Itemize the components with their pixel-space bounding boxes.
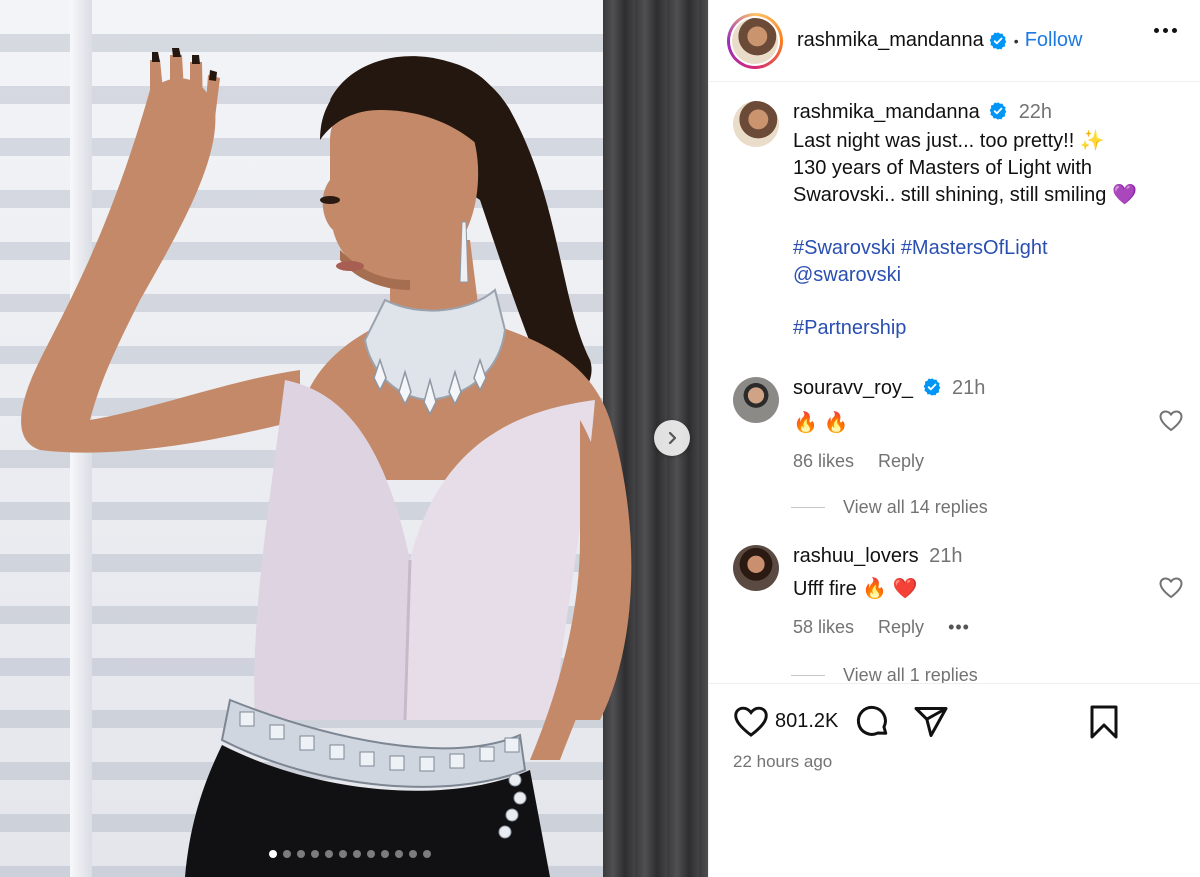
caption-hashtags[interactable]: #Swarovski #MastersOfLight [793,235,1137,262]
carousel-dot[interactable] [325,850,333,858]
comment-reply-button[interactable]: Reply [878,451,924,472]
comment-likes[interactable]: 86 likes [793,451,854,472]
author-username[interactable]: rashmika_mandanna [797,29,984,52]
verified-badge-icon [989,102,1007,120]
comment-likes[interactable]: 58 likes [793,617,854,638]
carousel-dot[interactable] [283,850,291,858]
like-heart-icon[interactable] [733,706,769,738]
commenter-avatar[interactable] [733,377,779,423]
post-header: rashmika_mandanna • Follow [709,0,1200,82]
share-icon[interactable] [913,704,949,740]
comment-time: 21h [951,377,986,399]
caption-line-3: Swarovski.. still shining, still smiling… [793,184,1137,206]
comment-item: souravv_roy_ 21h 🔥 🔥 86 likes Reply [733,377,985,472]
carousel-dot[interactable] [367,850,375,858]
comment-item: rashuu_lovers 21h Ufff fire 🔥 ❤️ 58 like… [733,545,970,638]
post-photo [21,48,632,877]
post-media[interactable] [0,0,708,877]
post-details-panel: rashmika_mandanna • Follow rashmika_mand… [708,0,1200,877]
carousel-dot[interactable] [423,850,431,858]
like-count[interactable]: 801.2K [775,710,838,733]
carousel-next-button[interactable] [654,420,690,456]
caption-mention[interactable]: @swarovski [793,262,1137,289]
more-options-icon[interactable] [1154,28,1177,33]
caption-hashtag-partnership[interactable]: #Partnership [793,315,1137,342]
carousel-dot[interactable] [297,850,305,858]
caption-username[interactable]: rashmika_mandanna [793,101,980,123]
carousel-dot[interactable] [339,850,347,858]
commenter-username[interactable]: rashuu_lovers [793,545,919,567]
comment-text: 🔥 🔥 [793,412,849,434]
caption-line-2: 130 years of Masters of Light with [793,157,1093,179]
carousel-dot[interactable] [353,850,361,858]
view-replies-button[interactable]: View all 1 replies [791,665,978,683]
comment-more-options-icon[interactable]: ••• [948,617,970,638]
carousel-dot[interactable] [381,850,389,858]
bookmark-icon[interactable] [1089,704,1119,740]
comment-reply-button[interactable]: Reply [878,617,924,638]
comment-like-heart-icon[interactable] [1159,577,1183,599]
author-avatar [732,17,778,64]
carousel-dot[interactable] [269,850,277,858]
comment-text: Ufff fire 🔥 ❤️ [793,578,918,600]
carousel-indicator [0,850,708,858]
caption: rashmika_mandanna 22h Last night was jus… [733,101,1137,342]
view-replies-button[interactable]: View all 14 replies [791,497,988,518]
verified-badge-icon [923,378,940,396]
posted-timestamp[interactable]: 22 hours ago [733,752,832,772]
commenter-username[interactable]: souravv_roy_ [793,377,913,399]
header-separator: • [1013,32,1019,49]
chevron-right-icon [668,431,677,445]
author-avatar[interactable] [733,101,779,147]
caption-time: 22h [1018,101,1053,123]
comment-icon[interactable] [855,704,891,740]
comment-like-heart-icon[interactable] [1159,410,1183,432]
carousel-dot[interactable] [395,850,403,858]
post-actions-bar: 801.2K 22 hours ago [709,683,1200,877]
verified-badge-icon [989,31,1007,50]
commenter-avatar[interactable] [733,545,779,591]
follow-button[interactable]: Follow [1025,29,1083,52]
carousel-dot[interactable] [409,850,417,858]
comment-time: 21h [929,545,963,567]
carousel-dot[interactable] [311,850,319,858]
author-avatar-story-ring[interactable] [727,12,783,69]
caption-line-1: Last night was just... too pretty!! ✨ [793,130,1105,152]
comments-list[interactable]: rashmika_mandanna 22h Last night was jus… [709,83,1200,683]
